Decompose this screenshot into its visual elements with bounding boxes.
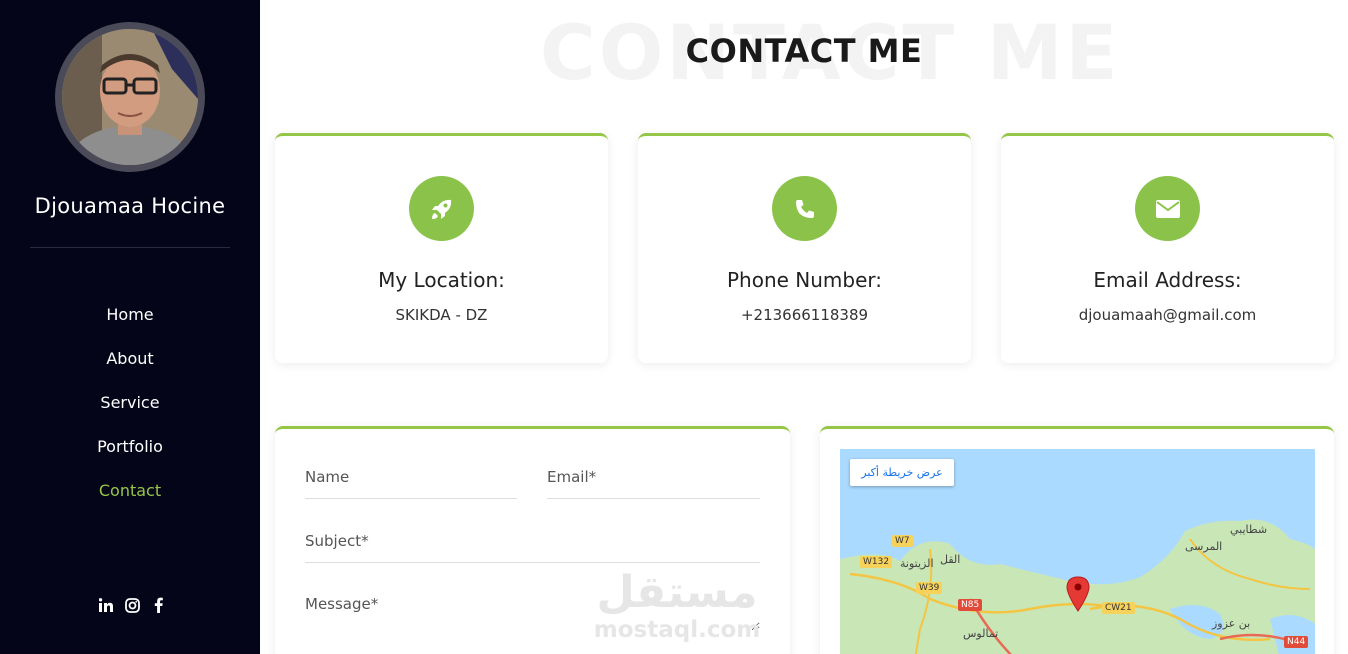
contact-form: مستقل mostaql.com [275, 426, 790, 654]
location-title: My Location: [378, 268, 505, 292]
watermark-arabic: مستقل [596, 567, 758, 618]
page-title: CONTACT ME [685, 32, 923, 70]
nav-item-portfolio[interactable]: Portfolio [0, 436, 260, 480]
email-input[interactable] [547, 468, 760, 486]
road-tag: W7 [892, 535, 913, 547]
email-value: djouamaah@gmail.com [1078, 306, 1257, 324]
map-label: شطايبي [1230, 523, 1268, 536]
email-field [547, 467, 760, 499]
sidebar: Djouamaa Hocine Home About Service Portf… [0, 0, 260, 654]
phone-title: Phone Number: [726, 268, 883, 292]
subject-field [305, 531, 760, 563]
avatar-frame [55, 22, 205, 172]
road-tag: N85 [958, 599, 983, 611]
watermark-latin: mostaql.com [593, 617, 761, 643]
road-tag: W132 [860, 556, 893, 568]
nav-item-service[interactable]: Service [0, 392, 260, 436]
phone-card: Phone Number: +213666118389 [638, 133, 971, 363]
profile-name: Djouamaa Hocine [34, 194, 226, 218]
location-value: SKIKDA - DZ [395, 306, 488, 324]
map-card: عرض خريطة أكبر شطايبي المرسى القل الزيتو… [820, 426, 1334, 654]
map-label: المرسى [1185, 540, 1223, 553]
sidebar-nav: Home About Service Portfolio Contact [0, 304, 260, 524]
instagram-icon[interactable] [124, 596, 140, 614]
avatar [62, 29, 198, 165]
watermark-logo: مستقل mostaql.com [593, 567, 761, 644]
map-label: الزيتونة [900, 557, 934, 570]
sidebar-divider [30, 247, 230, 248]
nav-item-contact[interactable]: Contact [0, 480, 260, 524]
name-input[interactable] [305, 468, 517, 486]
nav-item-home[interactable]: Home [0, 304, 260, 348]
phone-icon [772, 176, 837, 241]
rocket-icon [409, 176, 474, 241]
name-field [305, 467, 517, 499]
road-tag: CW21 [1102, 602, 1135, 614]
view-larger-map-button[interactable]: عرض خريطة أكبر [850, 459, 954, 486]
map-pin-icon[interactable] [1064, 574, 1092, 616]
email-card: Email Address: djouamaah@gmail.com [1001, 133, 1334, 363]
nav-item-about[interactable]: About [0, 348, 260, 392]
map-label: بن عزوز [1212, 617, 1251, 630]
embedded-map[interactable]: عرض خريطة أكبر شطايبي المرسى القل الزيتو… [840, 449, 1315, 654]
road-tag: N44 [1284, 636, 1309, 648]
map-label: تمالوس [963, 627, 999, 640]
envelope-icon [1135, 176, 1200, 241]
map-label: القل [940, 553, 961, 566]
road-tag: W39 [916, 582, 943, 594]
email-title: Email Address: [1093, 268, 1242, 292]
subject-input[interactable] [305, 532, 760, 550]
linkedin-icon[interactable] [98, 596, 114, 614]
facebook-icon[interactable] [150, 596, 166, 614]
phone-value: +213666118389 [740, 306, 869, 324]
social-links [98, 596, 166, 614]
location-card: My Location: SKIKDA - DZ [275, 133, 608, 363]
